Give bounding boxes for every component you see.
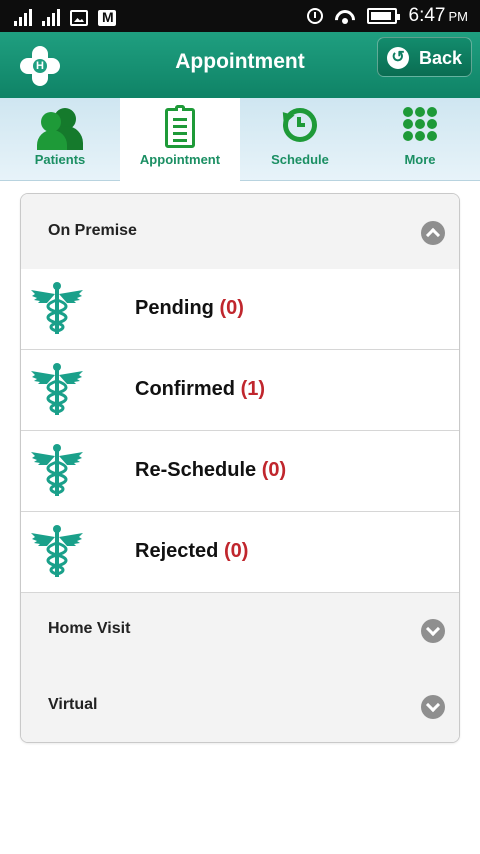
appointment-accordion: On Premise Pending (0) Confirmed (1) Re-… xyxy=(20,193,460,743)
item-label: Pending xyxy=(135,297,214,319)
gallery-notification-icon xyxy=(70,10,88,26)
item-label: Confirmed xyxy=(135,378,235,400)
chevron-up-icon xyxy=(421,221,445,245)
back-arrow-icon xyxy=(387,47,409,69)
alarm-icon xyxy=(306,8,323,24)
status-icons-right: 6:47 PM xyxy=(306,5,468,27)
history-clock-icon xyxy=(283,108,317,142)
list-item-reschedule[interactable]: Re-Schedule (0) xyxy=(21,431,459,512)
signal-icon xyxy=(42,8,60,26)
list-item-rejected[interactable]: Rejected (0) xyxy=(21,512,459,593)
item-count: (0) xyxy=(219,297,244,319)
grid-dots-icon xyxy=(403,107,437,141)
status-icons-left xyxy=(14,6,116,26)
back-button[interactable]: Back xyxy=(377,37,472,77)
item-text: Re-Schedule (0) xyxy=(135,459,286,482)
section-label: On Premise xyxy=(48,222,137,239)
tab-label: Schedule xyxy=(271,152,329,167)
item-label: Re-Schedule xyxy=(135,459,257,481)
section-label: Home Visit xyxy=(48,620,131,637)
tab-label: Appointment xyxy=(139,152,221,167)
tab-patients[interactable]: Patients xyxy=(0,98,120,180)
item-text: Confirmed (1) xyxy=(135,378,265,401)
battery-icon xyxy=(366,8,400,24)
list-item-confirmed[interactable]: Confirmed (1) xyxy=(21,350,459,431)
caduceus-icon xyxy=(29,523,85,579)
section-header-on-premise[interactable]: On Premise xyxy=(21,194,459,270)
app-header: H Appointment Back xyxy=(0,32,480,98)
clock-ampm: PM xyxy=(448,9,469,24)
tab-bar: Patients Appointment Schedule More xyxy=(0,98,480,181)
item-count: (1) xyxy=(240,378,266,400)
caduceus-icon xyxy=(29,442,85,498)
item-text: Rejected (0) xyxy=(135,540,248,563)
clock: 6:47 PM xyxy=(409,5,468,27)
gmail-notification-icon xyxy=(98,9,116,26)
signal-icon xyxy=(14,8,32,26)
chevron-down-icon xyxy=(421,619,445,643)
patients-icon xyxy=(37,106,83,150)
item-label: Rejected xyxy=(135,540,219,562)
item-count: (0) xyxy=(223,540,249,562)
tab-schedule[interactable]: Schedule xyxy=(240,98,360,180)
tab-label: Patients xyxy=(34,152,86,167)
clipboard-icon xyxy=(165,105,195,148)
chevron-down-icon xyxy=(421,695,445,719)
tab-more[interactable]: More xyxy=(360,98,480,180)
clock-time: 6:47 xyxy=(408,5,446,26)
tab-label: More xyxy=(404,152,436,167)
caduceus-icon xyxy=(29,280,85,336)
status-bar: 6:47PM xyxy=(0,0,480,32)
wifi-icon xyxy=(335,8,355,24)
tab-appointment[interactable]: Appointment xyxy=(120,98,240,181)
list-item-pending[interactable]: Pending (0) xyxy=(21,269,459,350)
section-label: Virtual xyxy=(48,696,98,713)
caduceus-icon xyxy=(29,361,85,417)
back-button-label: Back xyxy=(419,48,463,68)
section-header-home-visit[interactable]: Home Visit xyxy=(21,593,459,670)
section-header-virtual[interactable]: Virtual xyxy=(21,669,459,742)
item-text: Pending (0) xyxy=(135,297,244,320)
item-count: (0) xyxy=(261,459,287,481)
